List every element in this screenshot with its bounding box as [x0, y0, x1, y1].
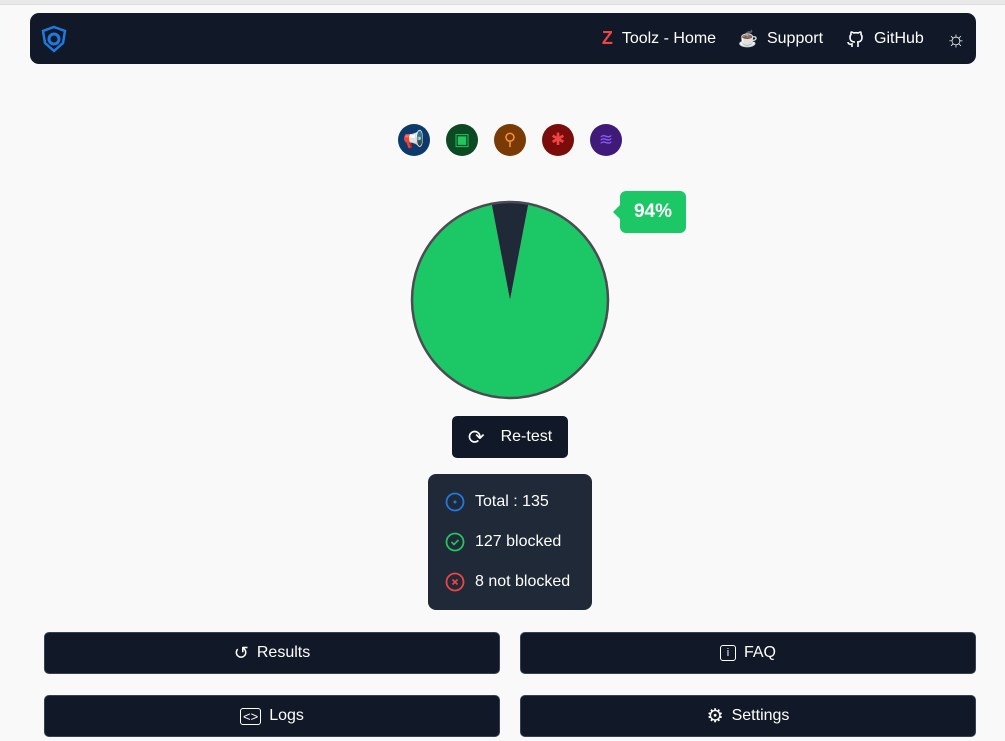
settings-button[interactable]: ⚙ Settings — [520, 695, 976, 737]
navbar: Z Toolz - Home ☕ Support GitHub ☼ — [30, 13, 976, 64]
retest-button[interactable]: ⟳ Re-test — [452, 416, 568, 458]
info-icon: i — [719, 645, 736, 661]
x-circle-icon — [445, 572, 465, 592]
result-pie-chart — [410, 200, 610, 400]
megaphone-icon: 📢 — [403, 130, 425, 149]
megaphone-tool-button[interactable]: 📢 — [398, 124, 430, 156]
results-button[interactable]: ↺ Results — [44, 632, 500, 674]
message-code-icon: <> — [240, 707, 262, 725]
history-icon: ↺ — [233, 642, 249, 663]
faq-button[interactable]: i FAQ — [520, 632, 976, 674]
layers-tool-button[interactable]: ≋ — [590, 124, 622, 156]
coffee-icon: ☕ — [738, 30, 758, 48]
support-link[interactable]: ☕ Support — [738, 29, 823, 49]
check-circle-icon — [445, 532, 465, 552]
stats-panel: Total : 135 127 blocked 8 not blocked — [428, 474, 592, 610]
total-dot-icon — [445, 492, 465, 512]
logs-button[interactable]: <> Logs — [44, 695, 500, 737]
tool-icons: 📢 ▣ ⚲ ✱ ≋ — [398, 124, 622, 156]
shield-logo-icon[interactable] — [41, 25, 67, 53]
percentage-badge: 94% — [613, 191, 686, 233]
layers-icon: ≋ — [598, 130, 614, 149]
toolz-logo-icon: Z — [601, 28, 613, 48]
network-icon: ⚲ — [503, 130, 517, 149]
theme-toggle[interactable]: ☼ — [946, 26, 966, 52]
github-link[interactable]: GitHub — [845, 29, 924, 49]
bug-icon: ✱ — [550, 130, 566, 149]
toolz-home-link[interactable]: Z Toolz - Home — [602, 28, 716, 49]
sun-icon: ☼ — [945, 25, 966, 51]
github-icon — [847, 30, 863, 47]
gear-icon: ⚙ — [706, 705, 724, 727]
refresh-icon: ⟳ — [467, 426, 485, 449]
chart-tool-button[interactable]: ▣ — [446, 124, 478, 156]
browser-edge — [0, 0, 1005, 5]
network-tool-button[interactable]: ⚲ — [494, 124, 526, 156]
bug-tool-button[interactable]: ✱ — [542, 124, 574, 156]
chart-icon: ▣ — [453, 130, 471, 149]
